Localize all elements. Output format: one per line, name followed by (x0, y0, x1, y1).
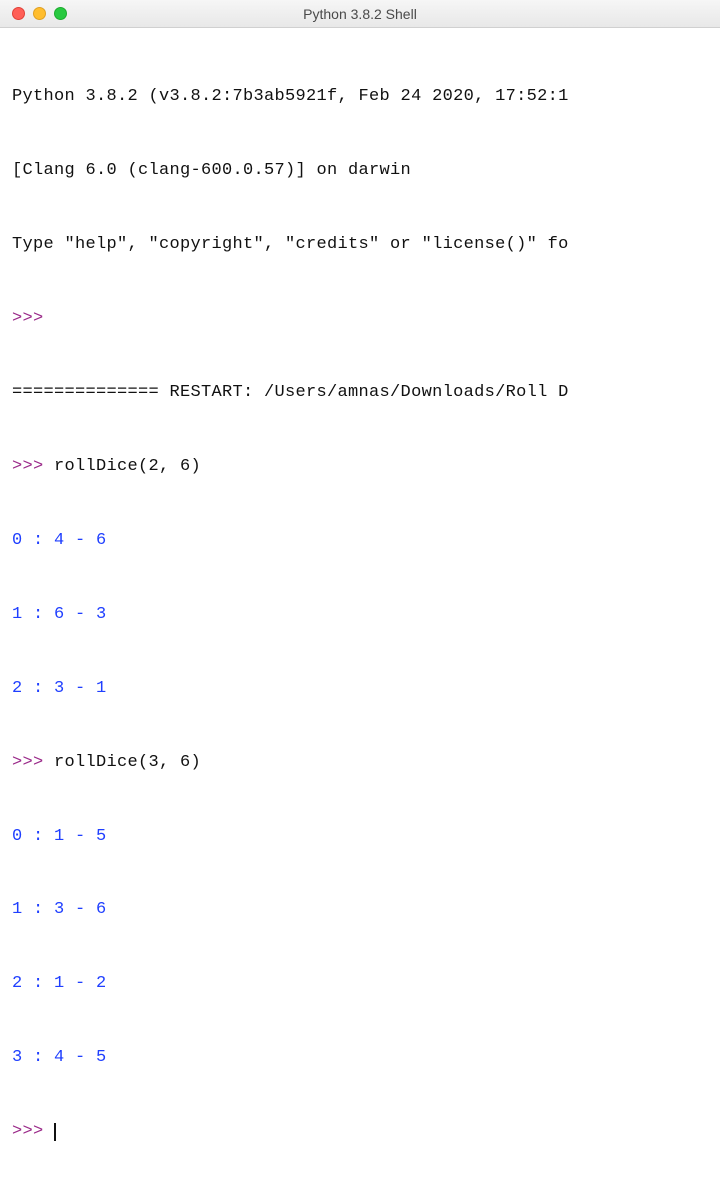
banner-line: [Clang 6.0 (clang-600.0.57)] on darwin (12, 159, 708, 184)
repl-output: 0 : 1 - 5 (12, 825, 708, 850)
repl-output: 2 : 1 - 2 (12, 972, 708, 997)
maximize-icon[interactable] (54, 7, 67, 20)
prompt: >>> (12, 457, 54, 476)
repl-output: 0 : 4 - 6 (12, 529, 708, 554)
repl-input: rollDice(2, 6) (54, 457, 201, 476)
minimize-icon[interactable] (33, 7, 46, 20)
window-titlebar: Python 3.8.2 Shell (0, 0, 720, 28)
window-title: Python 3.8.2 Shell (0, 6, 720, 22)
repl-output: 1 : 6 - 3 (12, 603, 708, 628)
cursor-icon (54, 1123, 56, 1141)
restart-line: ============== RESTART: /Users/amnas/Dow… (12, 381, 708, 406)
banner-line: Python 3.8.2 (v3.8.2:7b3ab5921f, Feb 24 … (12, 85, 708, 110)
prompt: >>> (12, 753, 54, 772)
repl-output: 3 : 4 - 5 (12, 1046, 708, 1071)
banner-line: Type "help", "copyright", "credits" or "… (12, 233, 708, 258)
prompt: >>> (12, 1122, 54, 1141)
repl-input: rollDice(3, 6) (54, 753, 201, 772)
prompt: >>> (12, 309, 54, 328)
close-icon[interactable] (12, 7, 25, 20)
repl-output: 1 : 3 - 6 (12, 898, 708, 923)
traffic-lights (0, 7, 67, 20)
repl-output: 2 : 3 - 1 (12, 677, 708, 702)
terminal-area[interactable]: Python 3.8.2 (v3.8.2:7b3ab5921f, Feb 24 … (0, 28, 720, 1177)
